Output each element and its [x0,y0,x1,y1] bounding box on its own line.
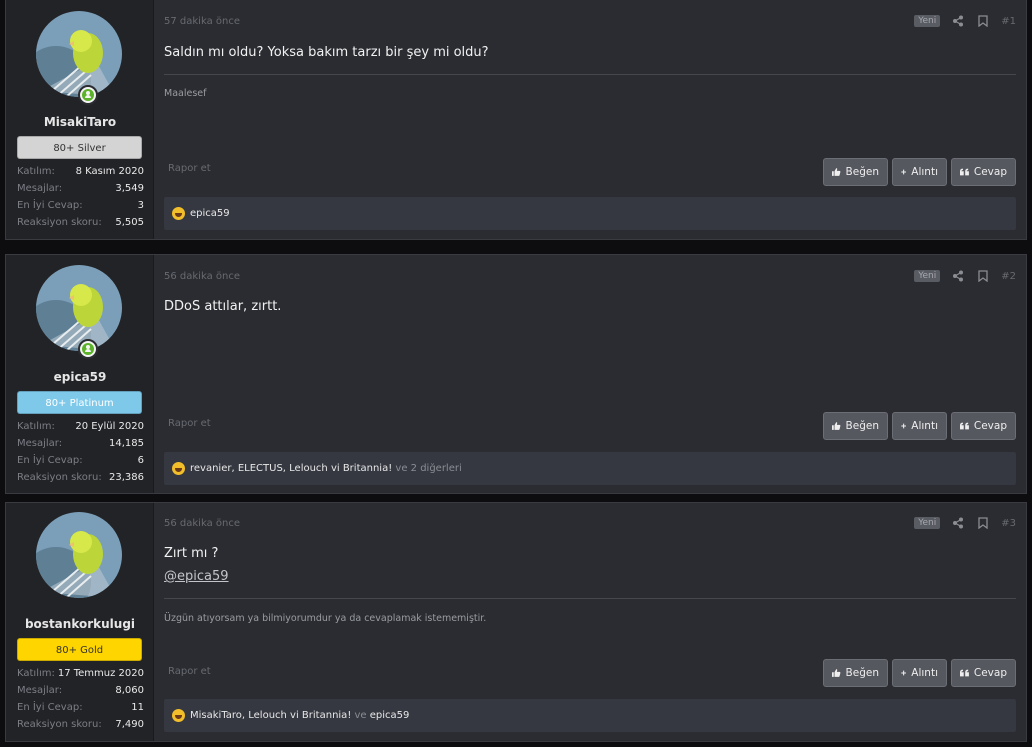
quote-button[interactable]: Alıntı [892,412,947,440]
reaction-names[interactable]: epica59 [190,208,230,219]
user-panel: bostankorkulugi 80+ Gold Katılım: 17 Temm… [6,503,154,741]
post-body: Saldın mı oldu? Yoksa bakım tarzı bir şe… [164,45,489,60]
post-actions: Beğen Alıntı Cevap [823,158,1016,186]
stat-best-answer: En İyi Cevap: 6 [17,455,144,466]
share-icon[interactable] [951,269,965,283]
post-body: Zırt mı ? [164,546,219,561]
rank-badge: 80+ Silver [17,136,142,159]
stat-best-answer: En İyi Cevap: 11 [17,702,144,713]
avatar[interactable] [36,265,122,351]
quote-icon [960,669,969,677]
new-badge: Yeni [914,517,941,529]
post-content: 56 dakika önce Yeni #3 Zırt mı ? @epica5… [154,503,1026,741]
signature: Üzgün atıyorsam ya bilmiyorumdur ya da c… [164,613,487,624]
user-stats: Katılım: 17 Temmuz 2020 Mesajlar: 8,060 En… [17,665,144,733]
username[interactable]: MisakiTaro [6,115,154,129]
rank-badge: 80+ Gold [17,638,142,661]
stat-best-answer: En İyi Cevap: 3 [17,200,144,211]
report-link[interactable]: Rapor et [168,418,211,429]
share-icon[interactable] [951,516,965,530]
user-stats: Katılım: 20 Eylül 2020 Mesajlar: 14,185 En… [17,418,144,486]
post-actions: Beğen Alıntı Cevap [823,412,1016,440]
reactions-bar[interactable]: epica59 [164,197,1016,230]
reaction-sep: ve [351,710,370,721]
post-body: DDoS attılar, zırtt. [164,299,282,314]
post-number[interactable]: #2 [1001,271,1016,282]
username[interactable]: epica59 [6,370,154,384]
laughing-emoji-icon [172,709,185,722]
post-time[interactable]: 57 dakika önce [164,16,240,27]
plus-icon [901,670,907,676]
post-actions: Beğen Alıntı Cevap [823,659,1016,687]
thumbs-up-icon [832,168,841,176]
stat-reaction-score: Reaksiyon skoru: 23,386 [17,472,144,483]
username[interactable]: bostankorkulugi [6,617,154,631]
stat-messages: Mesajlar: 14,185 [17,438,144,449]
reaction-names[interactable]: MisakiTaro, Lelouch vi Britannia! [190,710,351,721]
laughing-emoji-icon [172,462,185,475]
stat-messages: Mesajlar: 8,060 [17,685,144,696]
post-3: bostankorkulugi 80+ Gold Katılım: 17 Temm… [5,502,1027,742]
reactions-bar[interactable]: revanier, ELECTUS, Lelouch vi Britannia!… [164,452,1016,485]
post-number[interactable]: #1 [1001,16,1016,27]
post-time[interactable]: 56 dakika önce [164,518,240,529]
user-panel: MisakiTaro 80+ Silver Katılım: 8 Kasım 20… [6,0,154,239]
signature-separator [164,598,1016,599]
user-stats: Katılım: 8 Kasım 2020 Mesajlar: 3,549 En İ… [17,163,144,231]
post-tools: Yeni #2 [914,269,1016,283]
online-indicator-icon [78,339,98,359]
avatar[interactable] [36,512,122,598]
stat-reaction-score: Reaksiyon skoru: 7,490 [17,719,144,730]
post-time[interactable]: 56 dakika önce [164,271,240,282]
reply-button[interactable]: Cevap [951,412,1016,440]
post-tools: Yeni #3 [914,516,1016,530]
reactions-bar[interactable]: MisakiTaro, Lelouch vi Britannia! ve epi… [164,699,1016,732]
bookmark-icon[interactable] [976,516,990,530]
plus-icon [901,423,907,429]
post-content: 56 dakika önce Yeni #2 DDoS attılar, zır… [154,255,1026,493]
user-mention-link[interactable]: @epica59 [164,569,229,584]
new-badge: Yeni [914,270,941,282]
stat-reaction-score: Reaksiyon skoru: 5,505 [17,217,144,228]
post-2: epica59 80+ Platinum Katılım: 20 Eylül 20… [5,254,1027,494]
like-button[interactable]: Beğen [823,412,888,440]
report-link[interactable]: Rapor et [168,666,211,677]
stat-messages: Mesajlar: 3,549 [17,183,144,194]
thread: MisakiTaro 80+ Silver Katılım: 8 Kasım 20… [0,0,1032,747]
user-panel: epica59 80+ Platinum Katılım: 20 Eylül 20… [6,255,154,493]
post-number[interactable]: #3 [1001,518,1016,529]
signature: Maalesef [164,88,207,99]
rank-badge: 80+ Platinum [17,391,142,414]
quote-button[interactable]: Alıntı [892,158,947,186]
bookmark-icon[interactable] [976,269,990,283]
reaction-others[interactable]: 2 diğerleri [411,463,462,474]
quote-button[interactable]: Alıntı [892,659,947,687]
reply-button[interactable]: Cevap [951,158,1016,186]
reaction-sep: ve [392,463,411,474]
plus-icon [901,169,907,175]
reaction-names[interactable]: revanier, ELECTUS, Lelouch vi Britannia! [190,463,392,474]
reply-button[interactable]: Cevap [951,659,1016,687]
thumbs-up-icon [832,422,841,430]
quote-icon [960,168,969,176]
thumbs-up-icon [832,669,841,677]
post-content: 57 dakika önce Yeni #1 Saldın mı oldu? Y… [154,0,1026,239]
like-button[interactable]: Beğen [823,659,888,687]
share-icon[interactable] [951,14,965,28]
stat-joined: Katılım: 20 Eylül 2020 [17,421,144,432]
like-button[interactable]: Beğen [823,158,888,186]
laughing-emoji-icon [172,207,185,220]
online-indicator-icon [78,85,98,105]
stat-joined: Katılım: 17 Temmuz 2020 [17,668,144,679]
post-1: MisakiTaro 80+ Silver Katılım: 8 Kasım 20… [5,0,1027,240]
avatar[interactable] [36,11,122,97]
post-tools: Yeni #1 [914,14,1016,28]
quote-icon [960,422,969,430]
reaction-others[interactable]: epica59 [370,710,410,721]
stat-joined: Katılım: 8 Kasım 2020 [17,166,144,177]
signature-separator [164,74,1016,75]
new-badge: Yeni [914,15,941,27]
bookmark-icon[interactable] [976,14,990,28]
report-link[interactable]: Rapor et [168,163,211,174]
